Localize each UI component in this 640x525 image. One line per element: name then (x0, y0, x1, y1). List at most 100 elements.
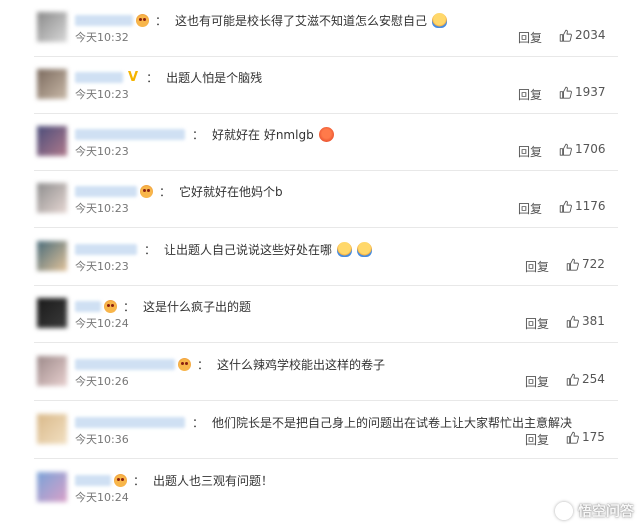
like-button[interactable]: 1706 (559, 142, 606, 156)
username[interactable] (75, 185, 137, 197)
like-count: 1706 (575, 142, 606, 156)
avatar[interactable] (37, 69, 67, 99)
divider (34, 342, 618, 343)
divider (34, 458, 618, 459)
comment-text: 让出题人自己说说这些好处在哪 (164, 242, 333, 257)
comment-line: V ： 出题人怕是个脑残 (75, 67, 262, 87)
avatar[interactable] (37, 183, 67, 213)
comment-time: 今天10:23 (75, 88, 129, 101)
username[interactable] (75, 474, 111, 486)
comment-time: 今天10:23 (75, 145, 129, 158)
avatar[interactable] (37, 414, 67, 444)
colon-separator: ： (197, 357, 210, 372)
colon-separator: ： (133, 473, 146, 488)
comment-line: ： 他们院长是不是把自己身上的问题出在试卷上让大家帮忙出主意解决 (75, 412, 572, 432)
thumbs-up-icon (559, 29, 575, 42)
thumbs-up-icon (559, 86, 575, 99)
comment-text: 这是什么疯子出的题 (143, 299, 252, 314)
comment-line: ： 这什么辣鸡学校能出这样的卷子 (75, 354, 385, 374)
comment-text: 出题人怕是个脑残 (166, 70, 263, 85)
comment-time: 今天10:24 (75, 491, 129, 504)
comment-time: 今天10:32 (75, 31, 129, 44)
comment-item: ： 这是什么疯子出的题 今天10:24 回复 381 (0, 286, 640, 343)
comment-line: ： 这也有可能是校长得了艾滋不知道怎么安慰自己 (75, 10, 448, 30)
like-count: 1176 (575, 199, 606, 213)
username[interactable] (75, 71, 123, 83)
like-button[interactable]: 175 (566, 430, 605, 444)
comment-line: ： 让出题人自己说说这些好处在哪 (75, 239, 373, 259)
comment-line: ： 它好就好在他妈个b (75, 181, 283, 201)
thumbs-up-icon (559, 143, 575, 156)
member-badge-icon (140, 184, 153, 198)
comment-line: ： 这是什么疯子出的题 (75, 296, 251, 316)
reply-button[interactable]: 回复 (525, 258, 549, 275)
avatar[interactable] (37, 241, 67, 271)
comment-text: 好就好在 好nmlgb (212, 127, 314, 142)
reply-button[interactable]: 回复 (525, 315, 549, 332)
like-button[interactable]: 1937 (559, 85, 606, 99)
comment-item: V ： 出题人怕是个脑残今天10:23 回复 1937 (0, 57, 640, 114)
divider (34, 227, 618, 228)
comment-time: 今天10:23 (75, 260, 129, 273)
divider (34, 400, 618, 401)
username[interactable] (75, 358, 175, 370)
thumbs-up-icon (566, 258, 582, 271)
username[interactable] (75, 14, 133, 26)
member-badge-icon (136, 13, 149, 27)
like-button[interactable]: 381 (566, 314, 605, 328)
watermark-text: 悟空问答 (578, 504, 634, 520)
comment-time: 今天10:26 (75, 375, 129, 388)
colon-separator: ： (192, 127, 205, 142)
thumbs-up-icon (566, 315, 582, 328)
reply-button[interactable]: 回复 (518, 29, 542, 46)
reply-button[interactable]: 回复 (518, 86, 542, 103)
comment-item: ： 出题人也三观有问题！ 今天10:24 (0, 460, 640, 517)
username[interactable] (75, 128, 185, 140)
verified-badge-icon: V (128, 69, 139, 85)
avatar[interactable] (37, 126, 67, 156)
colon-separator: ： (159, 184, 172, 199)
avatar[interactable] (37, 298, 67, 328)
avatar[interactable] (37, 472, 67, 502)
colon-separator: ： (144, 242, 157, 257)
like-count: 1937 (575, 85, 606, 99)
watermark: 悟空问答 (555, 501, 634, 521)
like-count: 2034 (575, 28, 606, 42)
reply-button[interactable]: 回复 (518, 143, 542, 160)
username[interactable] (75, 243, 137, 255)
like-button[interactable]: 2034 (559, 28, 606, 42)
reply-button[interactable]: 回复 (525, 373, 549, 390)
comment-item: ： 这什么辣鸡学校能出这样的卷子今天10:26 回复 254 (0, 344, 640, 401)
username[interactable] (75, 416, 185, 428)
member-badge-icon (104, 299, 117, 313)
sweat-emoji-icon (357, 241, 373, 257)
sweat-emoji-icon (432, 12, 448, 28)
member-badge-icon (114, 473, 127, 487)
colon-separator: ： (146, 70, 159, 85)
avatar[interactable] (37, 12, 67, 42)
like-count: 381 (582, 314, 605, 328)
thumbs-up-icon (566, 431, 582, 444)
comment-item: ： 让出题人自己说说这些好处在哪今天10:23 回复 722 (0, 229, 640, 286)
comment-text: 他们院长是不是把自己身上的问题出在试卷上让大家帮忙出主意解决 (212, 415, 573, 430)
member-badge-icon (178, 357, 191, 371)
username[interactable] (75, 300, 101, 312)
comment-text: 它好就好在他妈个b (179, 184, 283, 199)
comment-time: 今天10:36 (75, 433, 129, 446)
colon-separator: ： (155, 13, 168, 28)
avatar[interactable] (37, 356, 67, 386)
comment-item: ： 这也有可能是校长得了艾滋不知道怎么安慰自己 今天10:32 回复 2034 (0, 0, 640, 57)
reply-button[interactable]: 回复 (518, 200, 542, 217)
like-button[interactable]: 254 (566, 372, 605, 386)
like-button[interactable]: 1176 (559, 199, 606, 213)
thumbs-up-icon (566, 373, 582, 386)
like-button[interactable]: 722 (566, 257, 605, 271)
like-count: 722 (582, 257, 605, 271)
reply-button[interactable]: 回复 (525, 431, 549, 448)
comment-text: 这什么辣鸡学校能出这样的卷子 (217, 357, 386, 372)
like-count: 254 (582, 372, 605, 386)
comment-item: ： 他们院长是不是把自己身上的问题出在试卷上让大家帮忙出主意解决今天10:36 回复… (0, 402, 640, 459)
comment-item: ： 它好就好在他妈个b 今天10:23 回复 1176 (0, 171, 640, 228)
colon-separator: ： (192, 415, 205, 430)
comment-line: ： 出题人也三观有问题！ (75, 470, 273, 490)
